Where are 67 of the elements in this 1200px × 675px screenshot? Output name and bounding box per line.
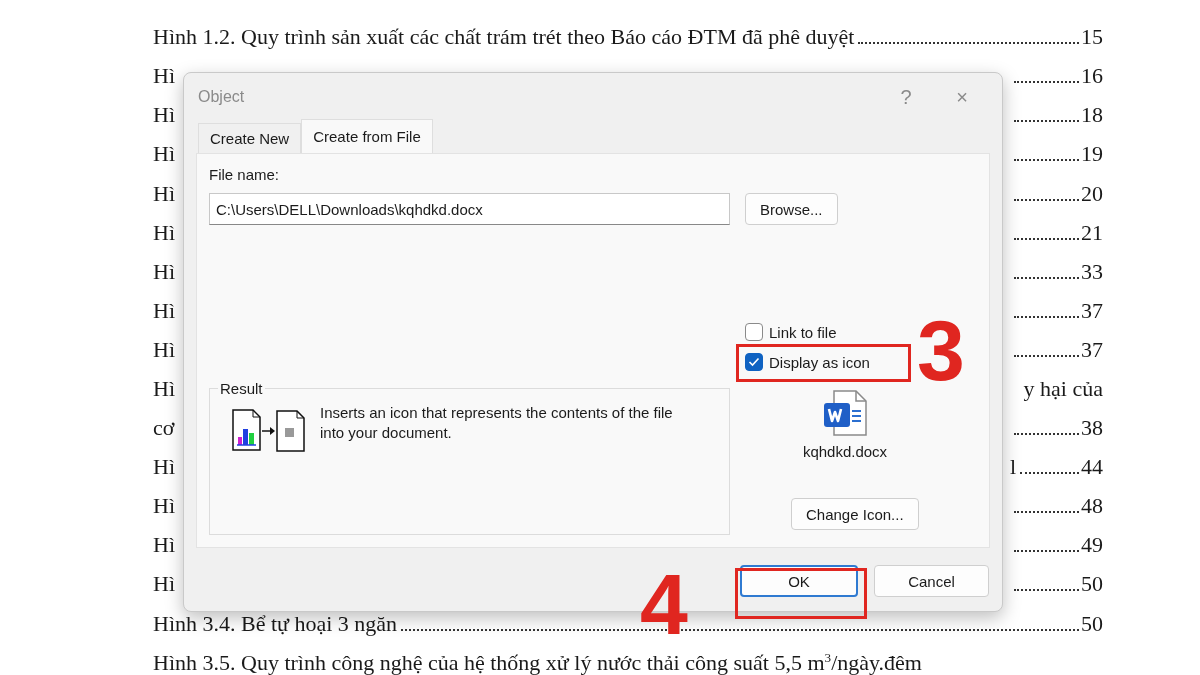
figure-caption: Hình 3.5. Quy trình công nghệ của hệ thống xử lý nước thải công suất 5,5 m$^{3}$/ngày.đêm	[153, 650, 922, 675]
dialog-title: Object	[197, 88, 246, 106]
dot-leader	[1014, 198, 1079, 201]
figure-caption: Hình 1.2. Quy trình sản xuất các chất trám trét theo Báo cáo ĐTM đã phê duyệt	[153, 26, 855, 49]
step-number: 3	[917, 316, 965, 385]
caption-fragment: Hì	[153, 221, 175, 244]
caption-fragment: y hại của	[1023, 378, 1103, 400]
page-number: 48	[1081, 495, 1103, 518]
dot-leader	[1014, 550, 1079, 553]
word-document-icon	[822, 389, 868, 437]
page-number: 15	[1081, 26, 1103, 49]
ok-button[interactable]: OK	[740, 565, 858, 597]
field-label: File name:	[209, 166, 281, 185]
dot-leader	[1014, 589, 1079, 592]
page-number: 33	[1081, 260, 1103, 283]
icon-caption: kqhdkd.docx	[802, 443, 888, 460]
dot-leader	[1020, 472, 1079, 475]
caption-fragment: Hì	[153, 338, 175, 361]
check-icon	[748, 357, 760, 367]
dot-leader	[1014, 354, 1079, 357]
dot-leader	[1014, 237, 1079, 240]
checkbox[interactable]	[745, 353, 763, 371]
dot-leader	[1014, 276, 1079, 279]
page-number: 38	[1081, 417, 1103, 440]
change-icon-button[interactable]: Change Icon...	[791, 498, 919, 530]
caption-fragment: Hì	[153, 104, 175, 127]
dot-leader	[1014, 159, 1079, 162]
caption-fragment: Hì	[153, 456, 175, 479]
caption-fragment: Hì	[153, 495, 175, 518]
group-label: Result	[219, 380, 264, 397]
caption-fragment: cơ	[153, 417, 175, 440]
dot-leader	[1014, 433, 1079, 436]
page-number: 44	[1081, 456, 1103, 479]
dot-leader	[1014, 81, 1079, 84]
page-number: 16	[1081, 65, 1103, 88]
dot-leader	[1014, 120, 1079, 123]
caption-fragment: l	[1010, 456, 1017, 479]
caption-fragment: Hì	[153, 182, 175, 205]
dot-leader	[1014, 511, 1079, 514]
caption-fragment: Hì	[153, 260, 175, 283]
page-number: 20	[1081, 182, 1103, 205]
caption-fragment: Hì	[153, 534, 175, 557]
page-number: 50	[1081, 573, 1103, 596]
checkbox-label[interactable]: Display as icon	[769, 353, 870, 371]
cancel-button[interactable]: Cancel	[874, 565, 989, 597]
result-description: Inserts an icon that represents the contents of the file into your document.	[320, 403, 674, 443]
file-name-field[interactable]: C:\Users\DELL\Downloads\kqhdkd.docx	[209, 193, 730, 225]
page-number: 50	[1081, 612, 1103, 635]
caption-fragment: Hì	[153, 573, 175, 596]
page-number: 37	[1081, 338, 1103, 361]
caption-fragment: Hì	[153, 378, 175, 400]
page-number: 49	[1081, 534, 1103, 557]
page-number: 37	[1081, 299, 1103, 322]
dialog-tab[interactable]: Create from File	[301, 119, 433, 153]
dot-leader	[1014, 315, 1079, 318]
caption-fragment: Hì	[153, 65, 175, 88]
checkbox-label[interactable]: Link to file	[769, 323, 837, 341]
caption-fragment: Hì	[153, 143, 175, 166]
dialog-tab[interactable]: Create New	[198, 123, 302, 153]
page-number: 19	[1081, 143, 1103, 166]
browse-button[interactable]: Browse...	[745, 193, 838, 225]
checkbox[interactable]	[745, 323, 763, 341]
page-number: 21	[1081, 221, 1103, 244]
caption-fragment: Hì	[153, 299, 175, 322]
page-number: 18	[1081, 104, 1103, 127]
step-number: 4	[640, 570, 688, 639]
figure-caption: Hình 3.4. Bể tự hoại 3 ngăn	[153, 612, 398, 635]
